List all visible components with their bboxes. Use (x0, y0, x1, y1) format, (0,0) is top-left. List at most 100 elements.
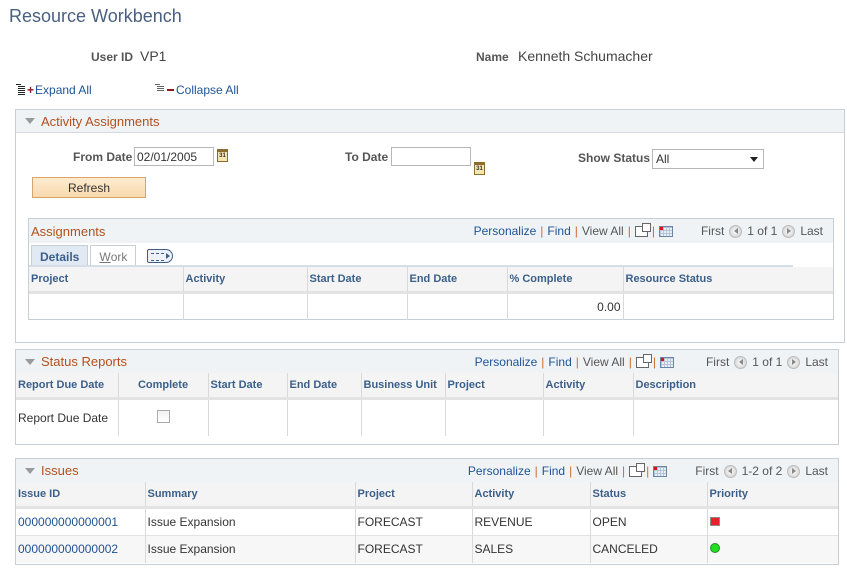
to-date-calendar-icon[interactable]: 31 (474, 162, 485, 175)
col-description[interactable]: Description (633, 373, 838, 400)
view-all-link[interactable]: View All (576, 464, 618, 478)
col-project[interactable]: Project (355, 482, 473, 509)
cell-activity: SALES (472, 534, 591, 563)
find-link[interactable]: Find (547, 224, 570, 238)
separator: | (627, 224, 631, 238)
cell-activity: REVENUE (472, 506, 591, 535)
previous-icon[interactable] (723, 464, 737, 478)
zoom-grid-icon[interactable] (634, 222, 651, 237)
next-icon[interactable] (782, 224, 796, 238)
collapse-tree-icon (155, 84, 165, 96)
issues-header[interactable]: Issues Personalize | Find | View All | |… (16, 459, 838, 482)
expand-all-text[interactable]: Expand All (35, 83, 92, 97)
tab-details[interactable]: Details (31, 245, 89, 267)
personalize-link[interactable]: Personalize (474, 224, 537, 238)
separator: | (534, 464, 538, 478)
next-icon[interactable] (787, 464, 801, 478)
minus-icon (167, 89, 174, 91)
to-date-input[interactable] (391, 147, 471, 166)
issue-id-link[interactable]: 000000000000001 (18, 515, 118, 529)
download-spreadsheet-icon[interactable] (658, 225, 673, 237)
col-issue-id[interactable]: Issue ID (16, 482, 146, 509)
status-reports-header[interactable]: Status Reports Personalize | Find | View… (16, 350, 838, 373)
view-all-link[interactable]: View All (583, 355, 625, 369)
cell-priority (707, 534, 838, 563)
col-business-unit[interactable]: Business Unit (361, 373, 446, 400)
col-percent-complete[interactable]: % Complete (507, 267, 624, 294)
find-link[interactable]: Find (542, 464, 565, 478)
table-row: Report Due Date (16, 397, 838, 436)
separator: | (652, 355, 656, 369)
table-row: 000000000000001 Issue Expansion FORECAST… (16, 506, 838, 535)
cell-resource-status (623, 291, 833, 320)
cell-status: OPEN (590, 506, 708, 535)
collapse-all-text[interactable]: Collapse All (176, 83, 239, 97)
col-project[interactable]: Project (445, 373, 544, 400)
download-spreadsheet-icon[interactable] (659, 356, 674, 368)
from-date-input[interactable] (134, 147, 214, 166)
cell-summary: Issue Expansion (145, 534, 356, 563)
view-all-link[interactable]: View All (582, 224, 624, 238)
issues-grid-nav: Personalize | Find | View All | | First … (468, 459, 828, 483)
separator: | (541, 355, 545, 369)
col-priority[interactable]: Priority (707, 482, 838, 509)
page-title: Resource Workbench (9, 6, 182, 26)
find-link[interactable]: Find (548, 355, 571, 369)
collapse-triangle-icon[interactable] (25, 118, 35, 124)
cell-start-date (208, 397, 288, 436)
previous-icon[interactable] (734, 355, 748, 369)
cell-complete (118, 397, 209, 436)
cell-description (633, 397, 838, 436)
cell-project: FORECAST (355, 506, 473, 535)
col-summary[interactable]: Summary (145, 482, 356, 509)
issue-id-link[interactable]: 000000000000002 (18, 542, 118, 556)
col-end-date[interactable]: End Date (287, 373, 362, 400)
user-id-value: VP1 (140, 48, 167, 64)
zoom-grid-icon[interactable] (629, 462, 646, 477)
col-project[interactable]: Project (29, 267, 184, 294)
collapse-all-link[interactable]: Collapse All (155, 83, 239, 97)
collapse-triangle-icon[interactable] (25, 358, 35, 365)
show-status-select[interactable]: All (652, 149, 764, 169)
first-label: First (705, 355, 730, 369)
from-date-calendar-icon[interactable]: 31 (217, 149, 228, 162)
next-icon[interactable] (787, 355, 801, 369)
previous-icon[interactable] (729, 224, 743, 238)
tab-work[interactable]: Work (90, 245, 137, 267)
priority-high-icon (709, 516, 720, 526)
cell-activity (183, 291, 308, 320)
col-activity[interactable]: Activity (183, 267, 308, 294)
col-start-date[interactable]: Start Date (307, 267, 408, 294)
col-start-date[interactable]: Start Date (208, 373, 288, 400)
expand-all-link[interactable]: + Expand All (16, 83, 92, 97)
chevron-down-icon (750, 156, 758, 162)
col-activity[interactable]: Activity (543, 373, 634, 400)
col-complete[interactable]: Complete (118, 373, 209, 400)
cell-project (29, 291, 184, 320)
expand-tree-icon (16, 84, 26, 96)
show-all-columns-icon[interactable] (147, 249, 174, 263)
assignments-tabs: Details Work (29, 243, 833, 267)
activity-assignments-header[interactable]: Activity Assignments (16, 110, 844, 133)
col-report-due-date[interactable]: Report Due Date (16, 373, 119, 400)
name-label: Name (476, 50, 509, 64)
refresh-button[interactable]: Refresh (32, 177, 146, 198)
col-resource-status[interactable]: Resource Status (623, 267, 833, 294)
status-reports-grid-nav: Personalize | Find | View All | | First … (475, 350, 828, 374)
download-spreadsheet-icon[interactable] (653, 465, 668, 477)
personalize-link[interactable]: Personalize (468, 464, 531, 478)
cell-percent-complete: 0.00 (507, 291, 624, 320)
name-value: Kenneth Schumacher (518, 48, 653, 64)
collapse-triangle-icon[interactable] (25, 467, 35, 474)
cell-end-date (287, 397, 362, 436)
col-status[interactable]: Status (590, 482, 708, 509)
col-activity[interactable]: Activity (472, 482, 591, 509)
personalize-link[interactable]: Personalize (475, 355, 538, 369)
issues-table: Issue ID Summary Project Activity Status… (16, 482, 838, 563)
cell-issue-id: 000000000000002 (16, 534, 146, 563)
col-end-date[interactable]: End Date (407, 267, 508, 294)
table-row: 000000000000002 Issue Expansion FORECAST… (16, 534, 838, 563)
complete-checkbox[interactable] (156, 409, 170, 423)
zoom-grid-icon[interactable] (635, 353, 652, 368)
activity-assignments-title: Activity Assignments (41, 113, 160, 129)
